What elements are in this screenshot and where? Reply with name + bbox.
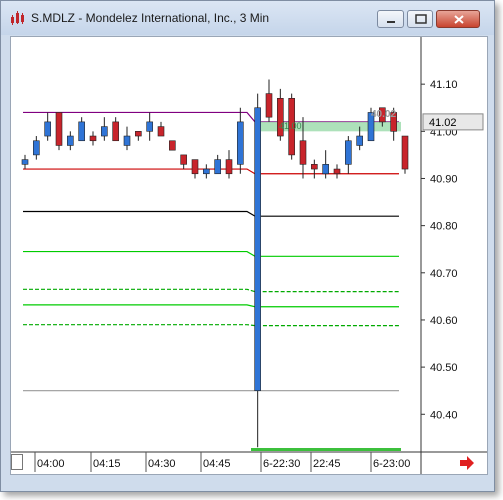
level-line <box>23 304 399 308</box>
candle-body <box>78 121 85 142</box>
y-tick-label: 40.50 <box>430 362 458 374</box>
candle-body <box>299 140 307 165</box>
position-label-high: 40.02 <box>371 109 396 120</box>
candle-body <box>322 164 329 175</box>
x-tick-label: 6-23:00 <box>373 458 410 470</box>
maximize-button[interactable] <box>407 10 433 28</box>
candle-body <box>33 140 40 156</box>
candle-body <box>67 135 74 146</box>
chart-window: S.MDLZ - Mondelez International, Inc., 3… <box>0 0 495 492</box>
candle-body <box>214 159 221 175</box>
price-badge: 41.02 <box>429 117 457 129</box>
candle-body <box>157 126 165 137</box>
scroll-handle[interactable] <box>11 454 23 470</box>
level-line <box>23 210 399 217</box>
minimize-button[interactable] <box>377 10 404 28</box>
title-bar[interactable]: S.MDLZ - Mondelez International, Inc., 3… <box>1 1 494 35</box>
x-tick-label: 04:00 <box>37 458 65 470</box>
candle-body <box>345 140 352 165</box>
scroll-right-arrow-icon[interactable] <box>459 456 475 470</box>
candle-body <box>180 154 187 165</box>
y-tick-label: 40.60 <box>430 315 458 327</box>
candle-body <box>123 135 131 146</box>
chart-app-icon <box>11 11 24 25</box>
candle-body <box>55 112 63 146</box>
candle-body <box>44 121 51 137</box>
candle-body <box>254 107 261 391</box>
candle-body <box>169 140 176 151</box>
candle-body <box>89 135 97 142</box>
x-tick-label: 22:45 <box>313 458 341 470</box>
candle-body <box>146 121 153 132</box>
minimize-icon <box>387 21 395 23</box>
candle-body <box>237 121 244 165</box>
close-button[interactable] <box>436 10 480 28</box>
candle-body <box>333 168 341 175</box>
candle-body <box>225 159 233 175</box>
x-tick-label: 6-22:30 <box>263 458 300 470</box>
candle-body <box>101 126 108 137</box>
level-line <box>23 324 399 327</box>
close-icon <box>454 15 464 24</box>
level-line <box>23 288 399 293</box>
x-tick-label: 04:45 <box>203 458 231 470</box>
candle-body <box>401 135 409 170</box>
session-strip <box>251 448 401 451</box>
candle-body <box>112 121 119 142</box>
y-tick-label: 40.40 <box>430 409 458 421</box>
level-line <box>23 250 399 257</box>
position-label-low: 41.00 <box>279 121 302 131</box>
candle-body <box>356 135 363 146</box>
x-tick-label: 04:30 <box>148 458 176 470</box>
y-tick-label: 40.70 <box>430 268 458 280</box>
y-tick-label: 41.10 <box>430 79 458 91</box>
candle-body <box>135 131 142 137</box>
level-line <box>23 168 399 175</box>
maximize-icon <box>415 14 427 24</box>
y-tick-label: 40.90 <box>430 173 458 185</box>
candle-body <box>203 168 210 175</box>
chart-plot-area[interactable]: 41.10 41.00 40.90 40.80 40.70 40.60 40.50 40.40… <box>10 36 488 475</box>
candle-body <box>311 164 318 170</box>
candle-body <box>21 159 29 165</box>
level-line <box>23 111 399 123</box>
candlestick-chart[interactable]: 41.10 41.00 40.90 40.80 40.70 40.60 40.50 40.40… <box>11 37 487 474</box>
window-title: S.MDLZ - Mondelez International, Inc., 3… <box>31 11 270 25</box>
x-tick-label: 04:15 <box>93 458 121 470</box>
candle-body <box>191 159 199 175</box>
candle-body <box>265 93 273 118</box>
y-tick-label: 40.80 <box>430 221 458 233</box>
